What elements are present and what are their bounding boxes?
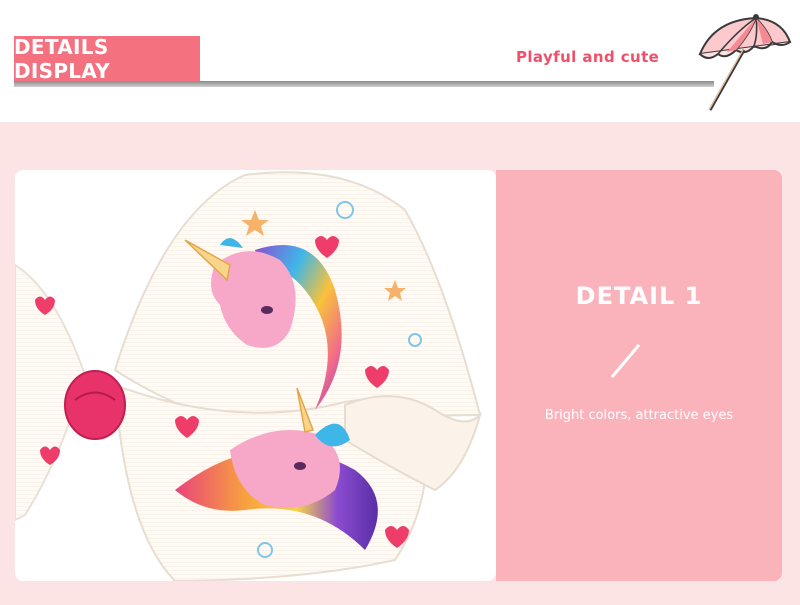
content-area: DETAIL 1 Bright colors, attractive eyes: [0, 122, 800, 605]
header-divider: [14, 81, 714, 87]
unicorn-hair-bow-photo: [15, 171, 482, 581]
header: DETAILS DISPLAY Playful and cute: [0, 0, 800, 122]
umbrella-icon: [698, 14, 792, 111]
detail-description: Bright colors, attractive eyes: [544, 408, 734, 423]
section-title-badge: DETAILS DISPLAY: [14, 35, 200, 83]
section-title: DETAILS DISPLAY: [14, 35, 110, 83]
decorative-slash: [610, 343, 641, 379]
product-photo-panel: [15, 170, 496, 581]
detail-title: DETAIL 1: [575, 282, 703, 310]
tagline: Playful and cute: [516, 48, 660, 66]
detail-info-panel: DETAIL 1 Bright colors, attractive eyes: [496, 170, 782, 581]
